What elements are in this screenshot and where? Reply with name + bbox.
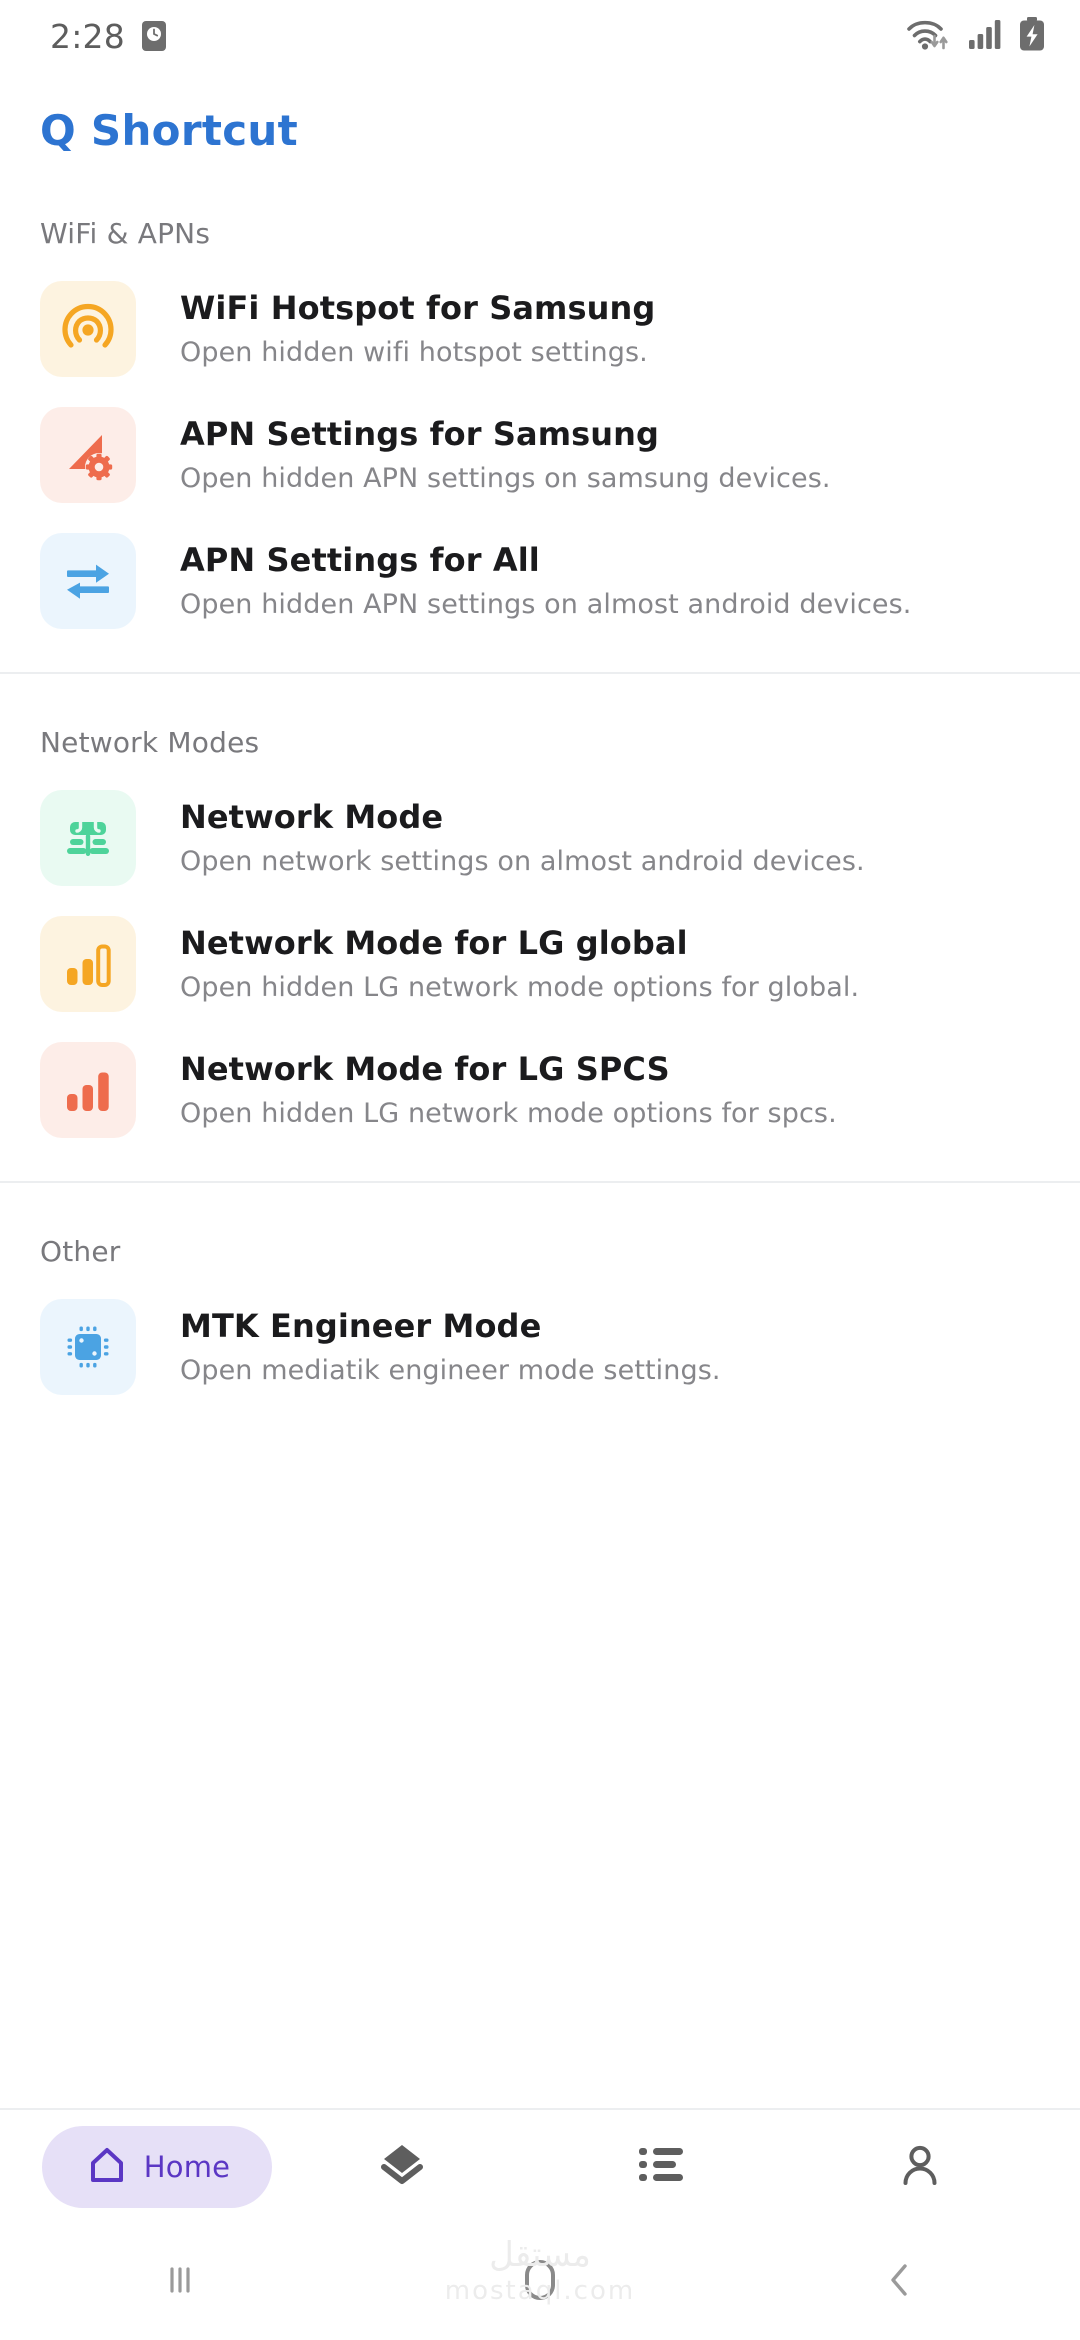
bottom-navigation-bar: Home bbox=[0, 2108, 1080, 2224]
list-item-title: Network Mode bbox=[180, 798, 444, 837]
section-header-wifi-apns: WiFi & APNs bbox=[40, 217, 211, 250]
network-hub-icon bbox=[40, 790, 136, 886]
list-item-title: Network Mode for LG global bbox=[180, 924, 688, 963]
layers-icon bbox=[377, 2140, 427, 2194]
section-network-modes: Network Modes Network Mode Open network … bbox=[0, 672, 1080, 1181]
list-item-subtitle: Open mediatik engineer mode settings. bbox=[180, 1355, 721, 1387]
status-bar: 2:28 bbox=[0, 0, 1080, 72]
person-icon bbox=[896, 2141, 944, 2193]
list-item-network-mode-lg-global[interactable]: Network Mode for LG global Open hidden L… bbox=[0, 901, 1080, 1027]
cellular-signal-icon bbox=[968, 18, 1002, 54]
section-header-other: Other bbox=[40, 1235, 121, 1268]
list-item-title: MTK Engineer Mode bbox=[180, 1307, 542, 1346]
section-header-network-modes: Network Modes bbox=[40, 726, 260, 759]
nav-tab-profile[interactable] bbox=[791, 2126, 1050, 2208]
home-pill-icon bbox=[523, 2257, 557, 2307]
signal-bars-solid-icon bbox=[40, 1042, 136, 1138]
list-item-text: Network Mode for LG global Open hidden L… bbox=[180, 923, 859, 1005]
home-button[interactable] bbox=[360, 2257, 720, 2307]
section-wifi-apns: WiFi & APNs WiFi Hotspot for Samsung Ope… bbox=[0, 155, 1080, 672]
list-item-text: MTK Engineer Mode Open mediatik engineer… bbox=[180, 1306, 721, 1388]
shortcut-list: WiFi & APNs WiFi Hotspot for Samsung Ope… bbox=[0, 155, 1080, 2108]
list-item-title: Network Mode for LG SPCS bbox=[180, 1050, 670, 1089]
list-item-subtitle: Open hidden LG network mode options for … bbox=[180, 1098, 837, 1130]
alarm-icon bbox=[141, 20, 167, 52]
back-icon bbox=[880, 2258, 920, 2306]
wifi-icon bbox=[906, 16, 952, 56]
section-other: Other MTK Engineer Mode Open mediatik en… bbox=[0, 1181, 1080, 1410]
status-bar-right bbox=[906, 16, 1046, 56]
nav-tab-layers[interactable] bbox=[272, 2126, 531, 2208]
list-item-network-mode-lg-spcs[interactable]: Network Mode for LG SPCS Open hidden LG … bbox=[0, 1027, 1080, 1153]
status-bar-left: 2:28 bbox=[50, 17, 167, 56]
list-item-subtitle: Open hidden APN settings on almost andro… bbox=[180, 589, 912, 621]
list-item-title: WiFi Hotspot for Samsung bbox=[180, 289, 656, 328]
list-item-wifi-hotspot-samsung[interactable]: WiFi Hotspot for Samsung Open hidden wif… bbox=[0, 266, 1080, 392]
list-item-subtitle: Open hidden LG network mode options for … bbox=[180, 972, 860, 1004]
list-item-title: APN Settings for All bbox=[180, 541, 540, 580]
list-item-subtitle: Open hidden wifi hotspot settings. bbox=[180, 337, 648, 369]
list-item-text: APN Settings for All Open hidden APN set… bbox=[180, 540, 911, 622]
list-item-apn-settings-all[interactable]: APN Settings for All Open hidden APN set… bbox=[0, 518, 1080, 644]
list-item-text: APN Settings for Samsung Open hidden APN… bbox=[180, 414, 831, 496]
back-button[interactable] bbox=[720, 2258, 1080, 2306]
list-item-text: Network Mode Open network settings on al… bbox=[180, 797, 865, 879]
list-item-apn-settings-samsung[interactable]: APN Settings for Samsung Open hidden APN… bbox=[0, 392, 1080, 518]
signal-bars-outline-icon bbox=[40, 916, 136, 1012]
recents-button[interactable] bbox=[0, 2258, 360, 2306]
data-transfer-arrows-icon bbox=[40, 533, 136, 629]
nav-tab-home-label: Home bbox=[143, 2150, 231, 2184]
list-icon bbox=[637, 2144, 685, 2190]
nav-tab-list[interactable] bbox=[531, 2126, 790, 2208]
system-navigation-bar: مستقل mostaql.com bbox=[0, 2224, 1080, 2340]
phone-screen: 2:28 Q Shortcut WiFi & APNs WiFi Hotspot… bbox=[0, 0, 1080, 2340]
nav-tab-home[interactable]: Home bbox=[42, 2126, 272, 2208]
list-item-text: Network Mode for LG SPCS Open hidden LG … bbox=[180, 1049, 837, 1131]
apn-signal-gear-icon bbox=[40, 407, 136, 503]
home-icon bbox=[84, 2142, 130, 2192]
cpu-chip-icon bbox=[40, 1299, 136, 1395]
list-item-subtitle: Open hidden APN settings on samsung devi… bbox=[180, 463, 831, 495]
wifi-hotspot-icon bbox=[40, 281, 136, 377]
list-item-subtitle: Open network settings on almost android … bbox=[180, 846, 865, 878]
list-item-mtk-engineer-mode[interactable]: MTK Engineer Mode Open mediatik engineer… bbox=[0, 1284, 1080, 1410]
recents-icon bbox=[158, 2258, 202, 2306]
page-title: Q Shortcut bbox=[40, 106, 298, 155]
list-item-text: WiFi Hotspot for Samsung Open hidden wif… bbox=[180, 288, 655, 370]
status-bar-clock: 2:28 bbox=[50, 16, 125, 56]
battery-charging-icon bbox=[1018, 17, 1046, 55]
list-item-network-mode[interactable]: Network Mode Open network settings on al… bbox=[0, 775, 1080, 901]
list-item-title: APN Settings for Samsung bbox=[180, 415, 660, 454]
